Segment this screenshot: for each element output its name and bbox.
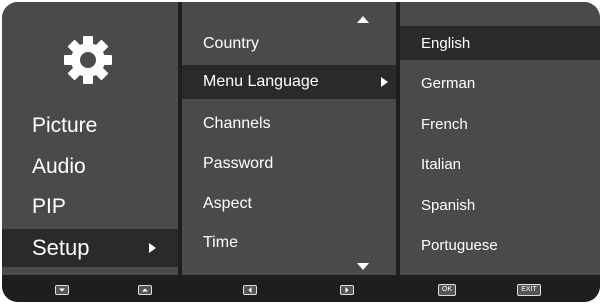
language-option-italian[interactable]: Italian [421, 156, 461, 173]
exit-button[interactable]: EXIT [517, 284, 541, 296]
setup-item-aspect[interactable]: Aspect [203, 195, 252, 213]
up-button-icon[interactable] [138, 285, 152, 295]
main-menu-item-setup[interactable]: Setup [2, 229, 178, 267]
language-option-portuguese[interactable]: Portuguese [421, 237, 498, 254]
gear-icon [64, 36, 112, 84]
main-menu-item-pip[interactable]: PIP [32, 195, 66, 219]
setup-item-label: Menu Language [203, 73, 319, 90]
down-button-icon[interactable] [55, 285, 69, 295]
language-menu-panel: English German French Italian Spanish Po… [400, 2, 600, 275]
language-option-label: English [421, 35, 471, 52]
right-button-icon[interactable] [340, 285, 354, 295]
scroll-down-icon[interactable] [357, 263, 369, 270]
chevron-right-icon [149, 243, 156, 253]
setup-item-menu-language[interactable]: Menu Language [182, 65, 396, 99]
setup-item-channels[interactable]: Channels [203, 115, 271, 133]
scroll-up-icon[interactable] [357, 16, 369, 23]
left-button-icon[interactable] [243, 285, 257, 295]
ok-button[interactable]: OK [438, 284, 456, 296]
setup-item-country[interactable]: Country [203, 35, 259, 53]
setup-item-password[interactable]: Password [203, 155, 273, 173]
language-option-english[interactable]: English [400, 26, 600, 60]
main-menu-item-picture[interactable]: Picture [32, 114, 97, 138]
setup-menu-panel: Country Menu Language Channels Password … [182, 2, 396, 275]
language-option-french[interactable]: French [421, 116, 468, 133]
language-option-german[interactable]: German [421, 75, 475, 92]
osd-menu: Picture Audio PIP Setup Country Menu Lan… [2, 2, 600, 302]
setup-item-time[interactable]: Time [203, 234, 238, 252]
chevron-right-icon [381, 77, 388, 87]
control-bar: OK EXIT [2, 275, 600, 302]
language-option-spanish[interactable]: Spanish [421, 197, 475, 214]
main-menu-item-label: Setup [32, 235, 90, 260]
main-menu-item-audio[interactable]: Audio [32, 155, 86, 179]
main-menu-panel: Picture Audio PIP Setup [2, 2, 178, 275]
